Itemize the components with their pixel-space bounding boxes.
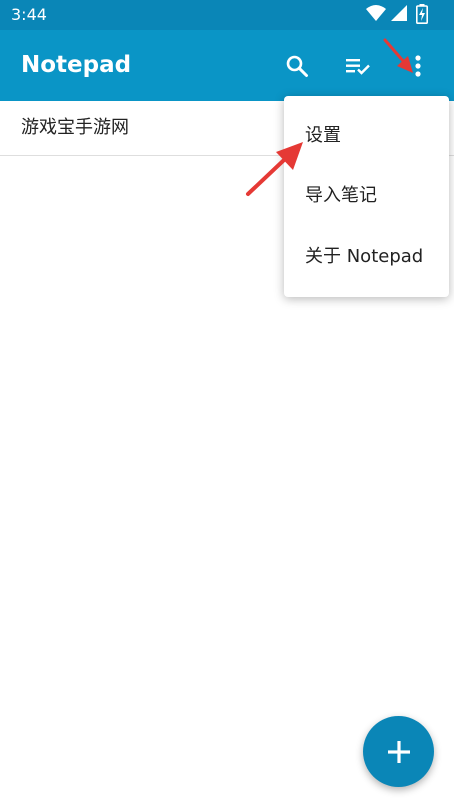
wifi-icon bbox=[366, 5, 386, 21]
sort-icon bbox=[346, 59, 370, 75]
cellular-signal-icon bbox=[391, 5, 407, 21]
overflow-menu: 设置 导入笔记 关于 Notepad bbox=[284, 96, 449, 297]
plus-icon bbox=[387, 740, 410, 763]
menu-item-import-notes[interactable]: 导入笔记 bbox=[284, 166, 449, 226]
more-options-button[interactable] bbox=[400, 48, 436, 84]
menu-item-label: 导入笔记 bbox=[305, 185, 377, 206]
menu-item-label: 关于 Notepad bbox=[305, 246, 424, 267]
app-bar: Notepad bbox=[0, 30, 454, 101]
status-bar: 3:44 bbox=[0, 0, 454, 30]
search-button[interactable] bbox=[279, 48, 315, 84]
menu-item-about[interactable]: 关于 Notepad bbox=[284, 227, 449, 287]
app-title: Notepad bbox=[21, 52, 132, 78]
search-icon bbox=[286, 55, 308, 77]
add-note-button[interactable] bbox=[363, 716, 434, 787]
status-time: 3:44 bbox=[11, 5, 47, 24]
more-options-icon bbox=[415, 55, 421, 77]
menu-item-label: 设置 bbox=[305, 125, 341, 146]
note-title: 游戏宝手游网 bbox=[21, 117, 129, 138]
sort-button[interactable] bbox=[340, 48, 376, 84]
battery-charging-icon bbox=[416, 4, 428, 24]
menu-item-settings[interactable]: 设置 bbox=[284, 106, 449, 166]
